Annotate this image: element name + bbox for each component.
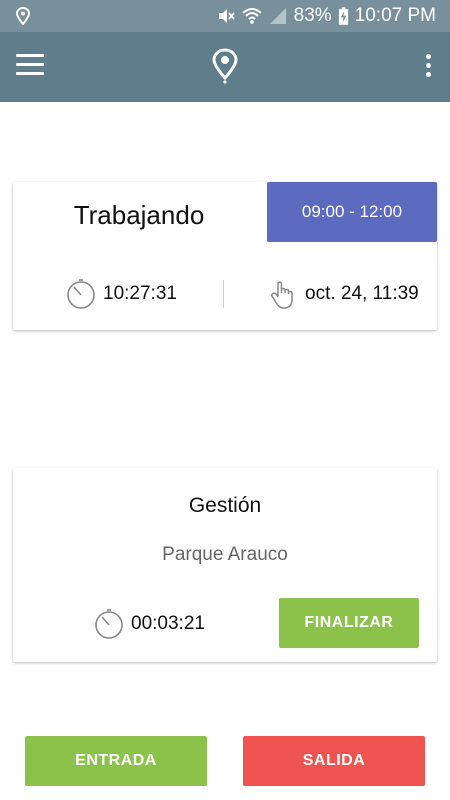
battery-charging-icon: [338, 6, 348, 25]
mute-icon: [218, 9, 235, 23]
entrada-button[interactable]: ENTRADA: [25, 736, 207, 786]
last-punch: oct. 24, 11:39: [267, 278, 419, 310]
touch-hand-icon: [271, 281, 293, 309]
task-location: Parque Arauco: [162, 544, 288, 565]
work-status-card: Trabajando 09:00 - 12:00 10:27:31 oct. 2…: [13, 182, 437, 330]
location-pin-logo-icon: [212, 48, 238, 84]
wifi-icon: [241, 8, 262, 24]
stopwatch-icon: [95, 609, 123, 639]
elapsed-timer: 10:27:31: [65, 278, 177, 310]
task-card: Gestión Parque Arauco 00:03:21 FINALIZAR: [13, 468, 437, 662]
signal-icon: [269, 8, 286, 24]
task-timer: 00:03:21: [93, 608, 205, 640]
task-elapsed-time: 00:03:21: [131, 613, 205, 634]
status-bar: 83% 10:07 PM: [0, 0, 450, 32]
last-punch-time: oct. 24, 11:39: [305, 283, 419, 304]
stopwatch-icon: [67, 279, 95, 309]
work-status-details: 10:27:31 oct. 24, 11:39: [13, 278, 437, 312]
elapsed-time: 10:27:31: [103, 283, 177, 304]
status-bar-right: 83% 10:07 PM: [216, 0, 436, 32]
divider: [223, 280, 224, 308]
finish-button[interactable]: FINALIZAR: [279, 598, 419, 648]
schedule-button[interactable]: 09:00 - 12:00: [267, 182, 437, 242]
battery-percent: 83%: [293, 5, 332, 26]
location-pin-icon: [15, 7, 31, 25]
clock: 10:07 PM: [354, 5, 436, 26]
salida-button[interactable]: SALIDA: [243, 736, 425, 786]
more-vert-icon[interactable]: [420, 54, 436, 82]
work-status-title: Trabajando: [73, 200, 205, 230]
app-bar: [0, 32, 450, 102]
hamburger-menu-icon[interactable]: [16, 54, 44, 80]
task-title: Gestión: [188, 494, 262, 517]
